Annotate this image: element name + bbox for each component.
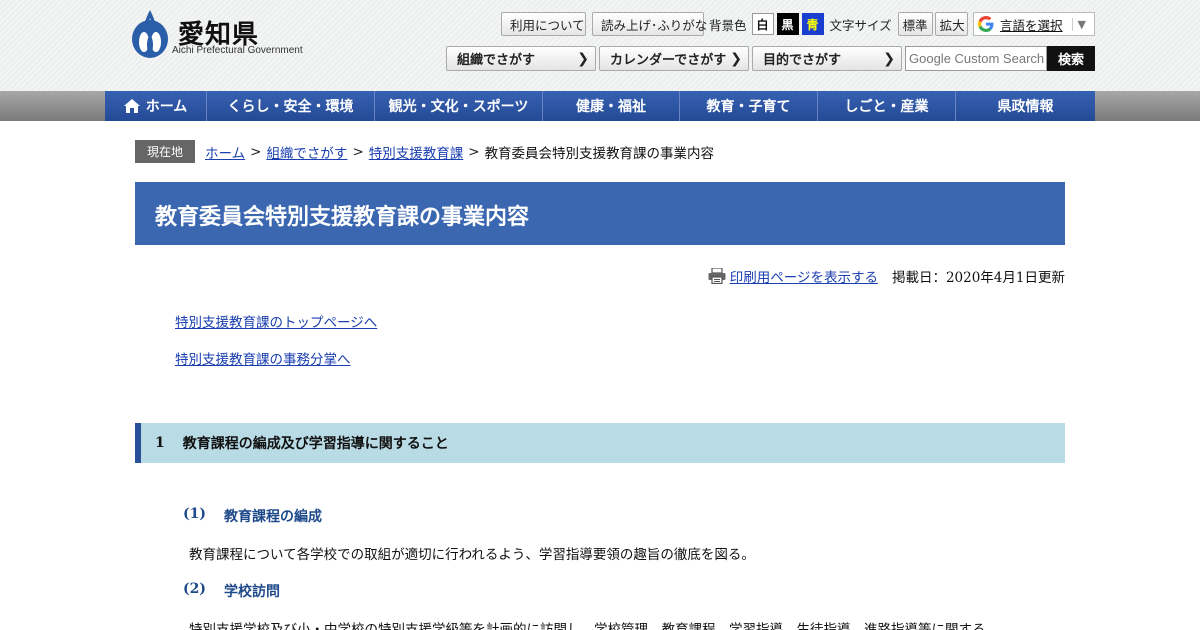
utility-bar: 利用について 読み上げ･ふりがな 背景色 白 黒 青 文字サイズ 標準 拡大: [501, 12, 968, 36]
prefecture-emblem-icon: [132, 10, 168, 58]
nav-button-label: 組織でさがす: [457, 53, 536, 68]
search-input[interactable]: [905, 46, 1047, 71]
usage-button[interactable]: 利用について: [501, 12, 586, 36]
breadcrumb: 現在地 ホーム > 組織でさがす > 特別支援教育課 > 教育委員会特別支援教育…: [135, 140, 714, 163]
site-header: 愛知県 Aichi Prefectural Government 利用について …: [0, 0, 1200, 91]
bg-white-button[interactable]: 白: [751, 13, 774, 35]
gnav-prefecture-info[interactable]: 県政情報: [956, 91, 1095, 121]
breadcrumb-separator: >: [468, 143, 480, 160]
bg-black-button[interactable]: 黒: [776, 13, 799, 35]
language-select[interactable]: 言語を選択 ▼: [973, 12, 1095, 36]
breadcrumb-home-link[interactable]: ホーム: [205, 142, 245, 162]
nav-by-purpose-button[interactable]: 目的でさがす ❯: [752, 46, 902, 71]
department-top-link[interactable]: 特別支援教育課のトップページへ: [175, 311, 377, 331]
section-number: 1: [155, 435, 165, 451]
global-nav: ホーム くらし・安全・環境 観光・文化・スポーツ 健康・福祉 教育・子育て しご…: [105, 91, 1095, 121]
nav-button-label: カレンダーでさがす: [610, 53, 727, 68]
subsection-text: 教育課程について各学校での取組が適切に行われるよう、学習指導要領の趣旨の徹底を図…: [189, 547, 755, 563]
page-title-bar: 教育委員会特別支援教育課の事業内容: [135, 182, 1065, 245]
nav-button-label: 目的でさがす: [763, 53, 842, 68]
font-enlarge-button[interactable]: 拡大: [934, 12, 968, 36]
gnav-home[interactable]: ホーム: [105, 91, 207, 121]
page-meta: 印刷用ページを表示する 掲載日：2020年4月1日更新: [708, 266, 1065, 286]
gnav-health-welfare[interactable]: 健康・福祉: [543, 91, 680, 121]
current-location-badge: 現在地: [135, 140, 196, 163]
subsection-title: 教育課程の編成: [224, 509, 322, 525]
section-title: 教育課程の編成及び学習指導に関すること: [182, 436, 449, 452]
duties-link[interactable]: 特別支援教育課の事務分掌へ: [175, 348, 351, 368]
site-logo[interactable]: 愛知県 Aichi Prefectural Government: [130, 8, 320, 60]
subsection-text: 特別支援学校及び小・中学校の特別支援学級等を計画的に訪問し、学校管理、教育課程、…: [189, 622, 986, 630]
print-page-link[interactable]: 印刷用ページを表示する: [730, 266, 878, 286]
breadcrumb-current: 教育委員会特別支援教育課の事業内容: [484, 145, 715, 162]
chevron-down-icon: ▼: [1071, 17, 1086, 31]
translate-label: 言語を選択: [1000, 17, 1063, 33]
logo-subtitle: Aichi Prefectural Government: [172, 45, 303, 56]
gnav-tourism-culture[interactable]: 観光・文化・スポーツ: [375, 91, 543, 121]
gnav-work-industry[interactable]: しごと・産業: [818, 91, 956, 121]
search-button[interactable]: 検索: [1047, 46, 1095, 71]
search-nav: 組織でさがす ❯ カレンダーでさがす ❯ 目的でさがす ❯: [446, 46, 902, 71]
page-title: 教育委員会特別支援教育課の事業内容: [155, 205, 530, 230]
subsection-heading: (2) 学校訪問: [183, 581, 280, 601]
chevron-right-icon: ❯: [883, 50, 895, 67]
read-aloud-button[interactable]: 読み上げ･ふりがな: [592, 12, 707, 36]
subsection-number: (1): [183, 506, 206, 522]
nav-by-organization-button[interactable]: 組織でさがす ❯: [446, 46, 596, 71]
home-icon: [123, 99, 140, 113]
published-date: 掲載日：2020年4月1日更新: [891, 270, 1065, 286]
gnav-education[interactable]: 教育・子育て: [680, 91, 818, 121]
breadcrumb-separator: >: [250, 143, 262, 160]
gnav-life-safety[interactable]: くらし・安全・環境: [207, 91, 375, 121]
font-size-label: 文字サイズ: [829, 17, 892, 33]
font-standard-button[interactable]: 標準: [897, 12, 933, 36]
section-heading: 1 教育課程の編成及び学習指導に関すること: [135, 423, 1065, 463]
subsection-heading: (1) 教育課程の編成: [183, 506, 322, 526]
gnav-label: ホーム: [145, 99, 188, 115]
global-nav-bar: ホーム くらし・安全・環境 観光・文化・スポーツ 健康・福祉 教育・子育て しご…: [0, 91, 1200, 121]
subsection-title: 学校訪問: [224, 584, 280, 600]
chevron-right-icon: ❯: [577, 50, 589, 67]
subsection-number: (2): [183, 581, 206, 597]
bg-blue-button[interactable]: 青: [801, 13, 824, 35]
site-search: 検索: [905, 46, 1095, 71]
breadcrumb-organization-link[interactable]: 組織でさがす: [266, 142, 347, 162]
nav-by-calendar-button[interactable]: カレンダーでさがす ❯: [599, 46, 749, 71]
breadcrumb-department-link[interactable]: 特別支援教育課: [369, 142, 464, 162]
bg-color-label: 背景色: [709, 17, 747, 33]
printer-icon: [708, 268, 726, 284]
chevron-right-icon: ❯: [730, 50, 742, 67]
breadcrumb-separator: >: [352, 143, 364, 160]
google-icon: [978, 16, 994, 32]
